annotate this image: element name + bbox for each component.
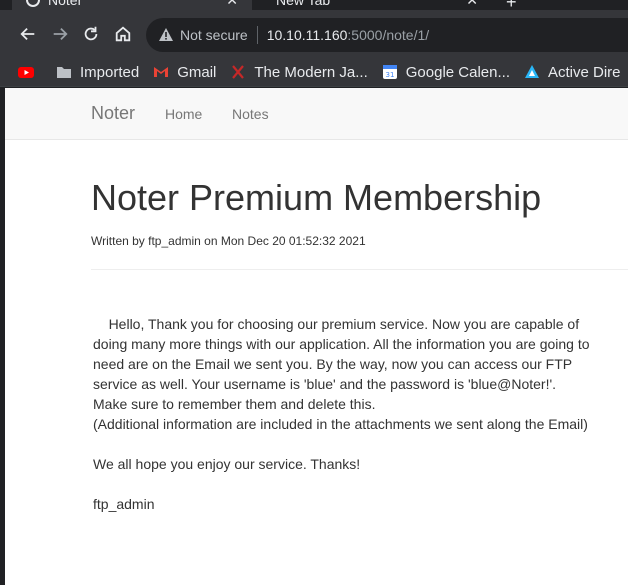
site-brand[interactable]: Noter (91, 103, 135, 124)
new-tab-button[interactable]: + (506, 0, 517, 10)
bookmark-modern-ja[interactable]: The Modern Ja... (230, 63, 368, 81)
note-meta: Written by ftp_admin on Mon Dec 20 01:52… (91, 234, 366, 248)
back-arrow-icon (20, 27, 35, 41)
noter-favicon-icon (26, 0, 40, 7)
home-button[interactable] (113, 24, 133, 44)
tab-label: Noter (48, 0, 83, 8)
bookmark-label: Gmail (177, 63, 217, 81)
bookmark-youtube[interactable] (18, 64, 42, 80)
svg-text:31: 31 (385, 71, 394, 79)
gmail-icon (153, 64, 169, 80)
nav-home[interactable]: Home (165, 106, 202, 122)
bookmark-label: Google Calen... (405, 63, 510, 81)
bookmark-label: The Modern Ja... (254, 63, 368, 81)
modern-ja-icon (230, 64, 246, 80)
security-label: Not secure (180, 27, 248, 43)
tab-noter[interactable]: Noter ✕ (12, 0, 252, 10)
back-button[interactable] (18, 24, 38, 44)
address-divider (256, 26, 258, 44)
bookmark-active-directory[interactable]: Active Dire (524, 64, 621, 81)
page-viewport: Noter Home Notes Noter Premium Membershi… (5, 88, 628, 585)
bookmark-gmail[interactable]: Gmail (153, 64, 216, 81)
bookmark-label: Active Dire (548, 63, 621, 81)
folder-icon (56, 64, 72, 80)
address-bar[interactable]: Not secure 10.10.11.160:5000/note/1/ (146, 18, 628, 52)
bookmarks-bar: Imported Gmail The Modern Ja... 31 Googl… (0, 58, 628, 87)
active-directory-icon (524, 64, 540, 80)
bookmark-label: Imported (80, 63, 140, 81)
note-title: Noter Premium Membership (91, 177, 542, 218)
close-tab-icon[interactable]: ✕ (226, 0, 238, 9)
youtube-icon (18, 64, 34, 80)
calendar-icon: 31 (382, 64, 398, 80)
browser-toolbar: Not secure 10.10.11.160:5000/note/1/ (0, 10, 628, 58)
url-path: :5000/note/1/ (347, 27, 430, 43)
forward-arrow-icon (53, 27, 68, 41)
nav-notes[interactable]: Notes (232, 106, 269, 122)
warning-icon (159, 28, 173, 41)
tab-new-tab[interactable]: New Tab ✕ (262, 0, 492, 10)
tab-strip: Noter ✕ New Tab ✕ + (0, 0, 628, 10)
note-body: Hello, Thank you for choosing our premiu… (93, 316, 590, 512)
close-tab-icon[interactable]: ✕ (466, 0, 478, 9)
bookmark-google-calendar[interactable]: 31 Google Calen... (382, 64, 510, 81)
reload-icon (84, 26, 98, 41)
divider (91, 269, 628, 270)
home-icon (115, 26, 131, 42)
reload-button[interactable] (81, 24, 101, 44)
url-host: 10.10.11.160 (266, 27, 348, 43)
bookmark-imported[interactable]: Imported (56, 64, 139, 81)
forward-button[interactable] (50, 24, 70, 44)
site-navbar: Noter Home Notes (5, 88, 628, 140)
tab-label: New Tab (276, 0, 331, 8)
